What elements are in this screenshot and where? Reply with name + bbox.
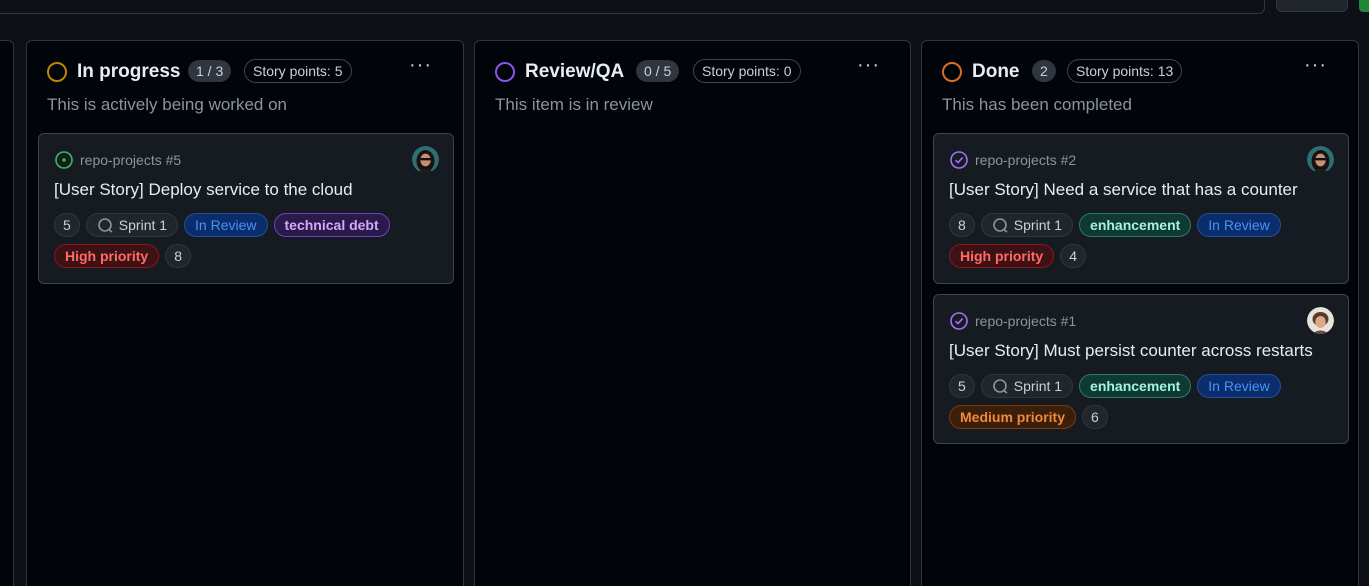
item-count-badge: 1 / 3 (188, 60, 232, 82)
issue-title[interactable]: [User Story] Must persist counter across… (949, 341, 1313, 361)
card-fields-row-2: High priority 8 (54, 244, 192, 268)
issue-card[interactable]: repo-projects #1 [User Story] Must persi… (933, 294, 1349, 444)
status-circle-icon (47, 62, 67, 82)
story-points-badge: Story points: 5 (244, 59, 352, 83)
column-header: Done 2 Story points: 13 ··· This has bee… (922, 41, 1358, 131)
issue-reference[interactable]: repo-projects #2 (949, 150, 1076, 170)
sprint-label: Sprint 1 (1013, 217, 1063, 233)
card-fields-row: 5 Sprint 1 enhancement In Review (949, 374, 1281, 398)
column-title: Done (972, 61, 1020, 82)
item-count-badge: 0 / 5 (636, 60, 680, 82)
assignee-avatar[interactable] (1307, 307, 1334, 334)
estimate-badge: 8 (949, 213, 975, 237)
story-points-badge: Story points: 13 (1067, 59, 1183, 83)
assignee-avatar[interactable] (1307, 146, 1334, 173)
item-count-badge: 2 (1032, 60, 1056, 82)
issue-title[interactable]: [User Story] Need a service that has a c… (949, 180, 1298, 200)
issue-reference[interactable]: repo-projects #5 (54, 150, 181, 170)
number-field-badge: 8 (165, 244, 192, 268)
priority-label[interactable]: High priority (54, 244, 160, 268)
column-description: This has been completed (942, 95, 1132, 114)
column-menu-icon[interactable]: ··· (857, 55, 880, 75)
column-menu-icon[interactable]: ··· (409, 55, 432, 75)
column-title: In progress (77, 61, 181, 82)
priority-label[interactable]: High priority (949, 244, 1055, 268)
filter-input[interactable] (0, 0, 1265, 14)
issue-ref-text: repo-projects #1 (975, 313, 1077, 329)
top-toolbar (0, 0, 1369, 28)
issue-card[interactable]: repo-projects #2 [User Story] Need a ser… (933, 133, 1349, 284)
sprint-label: Sprint 1 (1013, 378, 1063, 394)
issue-title[interactable]: [User Story] Deploy service to the cloud (54, 180, 353, 200)
column-description: This item is in review (495, 95, 653, 114)
label-enhancement[interactable]: enhancement (1079, 213, 1192, 237)
number-field-badge: 6 (1082, 405, 1108, 429)
status-label[interactable]: In Review (1197, 374, 1281, 398)
card-fields-row-2: High priority 4 (949, 244, 1087, 268)
previous-column (0, 40, 14, 586)
sprint-badge: Sprint 1 (85, 213, 179, 237)
card-fields-row-2: Medium priority 6 (949, 405, 1108, 429)
sprint-badge: Sprint 1 (980, 374, 1074, 398)
card-fields-row: 5 Sprint 1 In Review technical debt (54, 213, 390, 237)
status-label[interactable]: In Review (184, 213, 268, 237)
toolbar-button[interactable] (1276, 0, 1348, 12)
status-circle-icon (495, 62, 515, 82)
column-title: Review/QA (525, 61, 625, 82)
issue-closed-icon (950, 151, 968, 169)
issue-ref-text: repo-projects #2 (975, 152, 1077, 168)
issue-open-icon (55, 151, 73, 169)
number-field-badge: 4 (1060, 244, 1087, 268)
column-menu-icon[interactable]: ··· (1304, 55, 1327, 75)
column-description: This is actively being worked on (47, 95, 288, 114)
priority-label[interactable]: Medium priority (949, 405, 1077, 429)
status-label[interactable]: In Review (1197, 213, 1281, 237)
issue-ref-text: repo-projects #5 (80, 152, 182, 168)
column-in-progress: In progress 1 / 3 Story points: 5 ··· Th… (26, 40, 464, 586)
sprint-badge: Sprint 1 (980, 213, 1074, 237)
column-header: In progress 1 / 3 Story points: 5 ··· Th… (27, 41, 463, 131)
column-review-qa: Review/QA 0 / 5 Story points: 0 ··· This… (474, 40, 911, 586)
iteration-icon (992, 379, 1008, 394)
issue-closed-icon (950, 312, 968, 330)
status-circle-icon (942, 62, 962, 82)
story-points-badge: Story points: 0 (693, 59, 801, 83)
assignee-avatar[interactable] (412, 146, 439, 173)
column-done: Done 2 Story points: 13 ··· This has bee… (921, 40, 1359, 586)
column-header: Review/QA 0 / 5 Story points: 0 ··· This… (475, 41, 910, 131)
label-enhancement[interactable]: enhancement (1079, 374, 1192, 398)
issue-card[interactable]: repo-projects #5 [User Story] Deploy ser… (38, 133, 454, 284)
iteration-icon (992, 218, 1008, 233)
issue-reference[interactable]: repo-projects #1 (949, 311, 1076, 331)
estimate-badge: 5 (54, 213, 80, 237)
iteration-icon (97, 218, 113, 233)
sprint-label: Sprint 1 (118, 217, 168, 233)
estimate-badge: 5 (949, 374, 975, 398)
label-technical-debt[interactable]: technical debt (273, 213, 390, 237)
new-button[interactable] (1359, 0, 1369, 12)
card-fields-row: 8 Sprint 1 enhancement In Review (949, 213, 1281, 237)
